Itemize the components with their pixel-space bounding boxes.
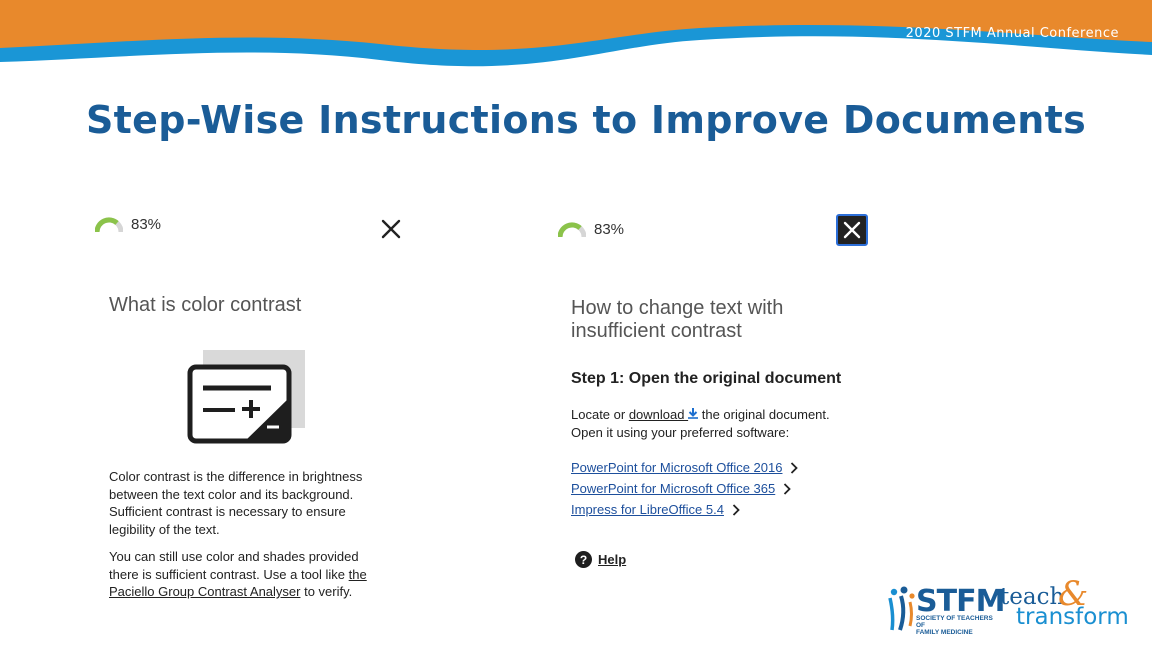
score-gauge-icon xyxy=(95,216,123,232)
close-button[interactable] xyxy=(379,217,403,241)
logo-stfm-text: STFM xyxy=(916,584,1005,619)
contrast-tool-text: You can still use color and shades provi… xyxy=(109,548,389,601)
libreoffice-link[interactable]: Impress for LibreOffice 5.4 xyxy=(571,502,740,517)
locate-text: Locate or download the original document… xyxy=(571,406,871,441)
download-icon xyxy=(688,408,699,419)
panel-heading: What is color contrast xyxy=(109,294,302,316)
close-button[interactable] xyxy=(836,214,868,246)
logo-transform-text: transform xyxy=(1016,604,1129,630)
logo-subtitle-line-2: FAMILY MEDICINE xyxy=(916,629,973,636)
contrast-card-icon xyxy=(187,350,305,444)
link-label: PowerPoint for Microsoft Office 2016 xyxy=(571,460,783,475)
tool-text-suffix: to verify. xyxy=(300,584,353,599)
download-link[interactable]: download xyxy=(628,407,699,422)
color-contrast-panel: 83% What is color contrast Color contras… xyxy=(95,200,415,620)
svg-text:?: ? xyxy=(580,553,587,567)
link-label: PowerPoint for Microsoft Office 365 xyxy=(571,481,776,496)
help-label: Help xyxy=(598,552,627,567)
open-text: Open it using your preferred software: xyxy=(571,424,790,440)
logo-subtitle-line-1: SOCIETY OF TEACHERS OF xyxy=(916,615,993,629)
link-label: Impress for LibreOffice 5.4 xyxy=(571,502,724,517)
close-icon xyxy=(843,221,861,239)
help-link[interactable]: ? Help xyxy=(575,551,626,568)
score-gauge-icon xyxy=(558,221,586,237)
stfm-figures-icon xyxy=(888,586,915,631)
panel-heading: How to change text with insufficient con… xyxy=(571,297,783,343)
chevron-right-icon xyxy=(784,482,792,495)
locate-prefix: Locate or xyxy=(571,407,629,422)
heading-line-2: insufficient contrast xyxy=(571,320,742,342)
locate-suffix: the original document. xyxy=(698,407,830,422)
step-heading: Step 1: Open the original document xyxy=(571,370,842,387)
heading-line-1: How to change text with xyxy=(571,297,784,319)
close-icon xyxy=(381,219,401,239)
download-label: download xyxy=(628,407,685,422)
change-contrast-panel: 83% How to change text with insufficient… xyxy=(556,200,876,620)
chevron-right-icon xyxy=(732,503,740,516)
slide-title: Step-Wise Instructions to Improve Docume… xyxy=(86,98,1087,142)
score-indicator: 83% xyxy=(558,221,624,238)
score-percent: 83% xyxy=(131,216,162,233)
score-indicator: 83% xyxy=(95,216,161,233)
score-percent: 83% xyxy=(594,221,625,238)
logo-subtitle: SOCIETY OF TEACHERS OF FAMILY MEDICINE xyxy=(916,615,994,636)
contrast-definition-text: Color contrast is the difference in brig… xyxy=(109,469,363,537)
help-icon: ? xyxy=(575,551,592,568)
stfm-logo: STFM SOCIETY OF TEACHERS OF FAMILY MEDIC… xyxy=(886,574,1129,638)
tool-text-prefix: You can still use color and shades provi… xyxy=(109,549,359,582)
header-banner xyxy=(0,0,1152,67)
chevron-right-icon xyxy=(791,461,799,474)
conference-label: 2020 STFM Annual Conference xyxy=(905,26,1119,41)
powerpoint-365-link[interactable]: PowerPoint for Microsoft Office 365 xyxy=(571,481,792,496)
powerpoint-2016-link[interactable]: PowerPoint for Microsoft Office 2016 xyxy=(571,460,799,475)
